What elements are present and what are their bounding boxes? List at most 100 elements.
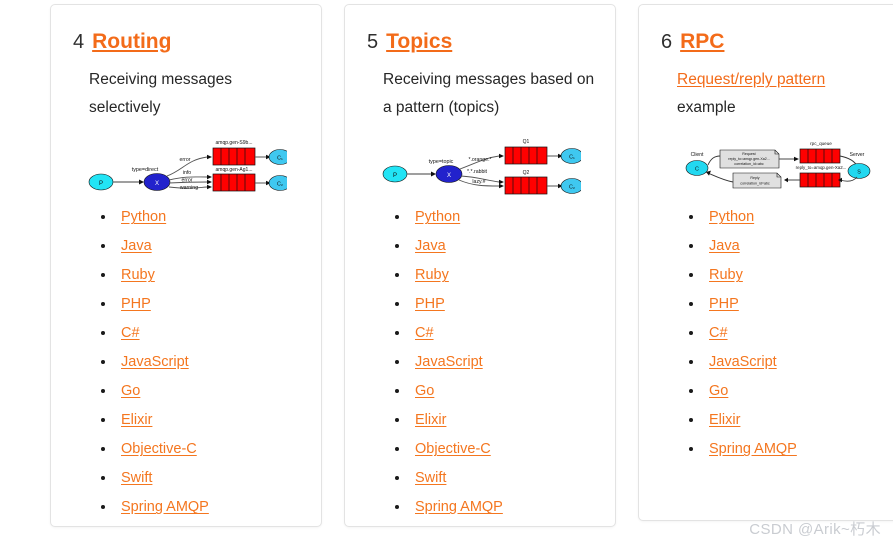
list-item[interactable]: Go	[387, 384, 595, 399]
lang-link[interactable]: C#	[121, 325, 140, 341]
lang-link[interactable]: Python	[415, 209, 460, 225]
svg-text:P: P	[99, 181, 103, 187]
lang-link[interactable]: Go	[415, 383, 434, 399]
list-item[interactable]: JavaScript	[387, 355, 595, 370]
list-item[interactable]: Elixir	[681, 413, 888, 428]
svg-text:*.*.rabbit: *.*.rabbit	[467, 169, 487, 175]
card-title-link[interactable]: Routing	[92, 31, 171, 52]
card-number: 6	[661, 31, 673, 53]
card-body: 5 Topics Receiving messages based on a p…	[345, 5, 615, 539]
lang-link[interactable]: Python	[121, 209, 166, 225]
list-item[interactable]: Swift	[387, 471, 595, 486]
list-item[interactable]: PHP	[387, 297, 595, 312]
lang-link[interactable]: Go	[709, 383, 728, 399]
list-item[interactable]: Spring AMQP	[387, 500, 595, 515]
lang-link[interactable]: Elixir	[709, 412, 740, 428]
lang-link[interactable]: Swift	[121, 470, 152, 486]
tutorial-card-topics[interactable]: 5 Topics Receiving messages based on a p…	[344, 4, 616, 527]
card-subtitle: Request/reply pattern example	[677, 66, 888, 122]
list-item[interactable]: Python	[387, 210, 595, 225]
lang-link[interactable]: JavaScript	[121, 354, 189, 370]
list-item[interactable]: Spring AMQP	[681, 442, 888, 457]
subtitle-link[interactable]: Request/reply pattern	[677, 71, 825, 88]
list-item[interactable]: Swift	[93, 471, 301, 486]
topic-exchange-svg: P X type=topic *.orange.* *.*.rabbit laz…	[382, 139, 581, 195]
svg-text:reply_to=amqp.gen-Xa2...: reply_to=amqp.gen-Xa2...	[795, 165, 846, 170]
svg-text:Server: Server	[849, 152, 864, 158]
lang-link[interactable]: PHP	[121, 296, 151, 312]
list-item[interactable]: Python	[681, 210, 888, 225]
lang-link[interactable]: Swift	[415, 470, 446, 486]
list-item[interactable]: JavaScript	[93, 355, 301, 370]
lang-link[interactable]: C#	[709, 325, 728, 341]
subtitle-extra: example	[677, 99, 736, 117]
csdn-watermark: CSDN @Arik~朽木	[749, 521, 881, 538]
lang-link[interactable]: Ruby	[709, 267, 743, 283]
list-item[interactable]: Java	[681, 239, 888, 254]
topics-diagram: P X type=topic *.orange.* *.*.rabbit laz…	[367, 130, 595, 200]
lang-link[interactable]: Go	[121, 383, 140, 399]
lang-link[interactable]: C#	[415, 325, 434, 341]
list-item[interactable]: Ruby	[387, 268, 595, 283]
list-item[interactable]: Java	[93, 239, 301, 254]
list-item[interactable]: Elixir	[387, 413, 595, 428]
lang-link[interactable]: PHP	[415, 296, 445, 312]
svg-text:P: P	[393, 173, 397, 179]
list-item[interactable]: Ruby	[93, 268, 301, 283]
lang-link[interactable]: Objective-C	[121, 441, 197, 457]
lang-link[interactable]: Java	[121, 238, 152, 254]
list-item[interactable]: Spring AMQP	[93, 500, 301, 515]
list-item[interactable]: PHP	[93, 297, 301, 312]
card-title-link[interactable]: Topics	[386, 31, 452, 52]
svg-text:Client: Client	[690, 152, 703, 158]
lang-link[interactable]: JavaScript	[415, 354, 483, 370]
list-item[interactable]: C#	[93, 326, 301, 341]
list-item[interactable]: Java	[387, 239, 595, 254]
card-subtitle: Receiving messages based on a pattern (t…	[383, 71, 595, 117]
svg-text:amqp.gen-Ag1...: amqp.gen-Ag1...	[216, 167, 253, 173]
list-item[interactable]: JavaScript	[681, 355, 888, 370]
language-list: Python Java Ruby PHP C# JavaScript Go El…	[73, 210, 301, 515]
lang-link[interactable]: Spring AMQP	[709, 441, 797, 457]
list-item[interactable]: PHP	[681, 297, 888, 312]
tutorial-card-routing[interactable]: 4 Routing Receiving messages selectively…	[50, 4, 322, 527]
list-item[interactable]: Python	[93, 210, 301, 225]
card-number: 4	[73, 31, 85, 53]
card-title-row: 4 Routing	[73, 31, 301, 52]
list-item[interactable]: Objective-C	[387, 442, 595, 457]
card-title-link[interactable]: RPC	[680, 31, 724, 52]
lang-link[interactable]: Elixir	[415, 412, 446, 428]
list-item[interactable]: Go	[681, 384, 888, 399]
lang-link[interactable]: Spring AMQP	[415, 499, 503, 515]
lang-link[interactable]: Objective-C	[415, 441, 491, 457]
lang-link[interactable]: Ruby	[415, 267, 449, 283]
list-item[interactable]: Go	[93, 384, 301, 399]
lang-link[interactable]: Spring AMQP	[121, 499, 209, 515]
routing-diagram: P X type=direct error info error warning…	[73, 130, 301, 200]
tutorial-card-rpc[interactable]: 6 RPC Request/reply pattern example Clien…	[638, 4, 893, 521]
list-item[interactable]: Ruby	[681, 268, 888, 283]
svg-text:X: X	[447, 173, 451, 179]
svg-text:error: error	[182, 178, 193, 184]
direct-exchange-svg: P X type=direct error info error warning…	[88, 140, 287, 192]
svg-text:rpc_queue: rpc_queue	[810, 141, 832, 146]
lang-link[interactable]: Java	[709, 238, 740, 254]
card-number: 5	[367, 31, 379, 53]
svg-text:Request: Request	[742, 152, 755, 156]
svg-text:info: info	[183, 170, 191, 176]
list-item[interactable]: C#	[387, 326, 595, 341]
card-body: 6 RPC Request/reply pattern example Clien…	[639, 5, 893, 481]
lang-link[interactable]: Elixir	[121, 412, 152, 428]
lang-link[interactable]: Ruby	[121, 267, 155, 283]
lang-link[interactable]: PHP	[709, 296, 739, 312]
lang-link[interactable]: Python	[709, 209, 754, 225]
svg-text:Reply: Reply	[750, 176, 759, 180]
lang-link[interactable]: JavaScript	[709, 354, 777, 370]
list-item[interactable]: C#	[681, 326, 888, 341]
list-item[interactable]: Elixir	[93, 413, 301, 428]
lang-link[interactable]: Java	[415, 238, 446, 254]
rpc-svg: Client C Request reply_to=amqp.gen-Xa2..…	[685, 141, 870, 189]
list-item[interactable]: Objective-C	[93, 442, 301, 457]
svg-text:C: C	[695, 167, 699, 173]
svg-text:reply_to=amqp.gen-Xa2...: reply_to=amqp.gen-Xa2...	[728, 157, 769, 161]
